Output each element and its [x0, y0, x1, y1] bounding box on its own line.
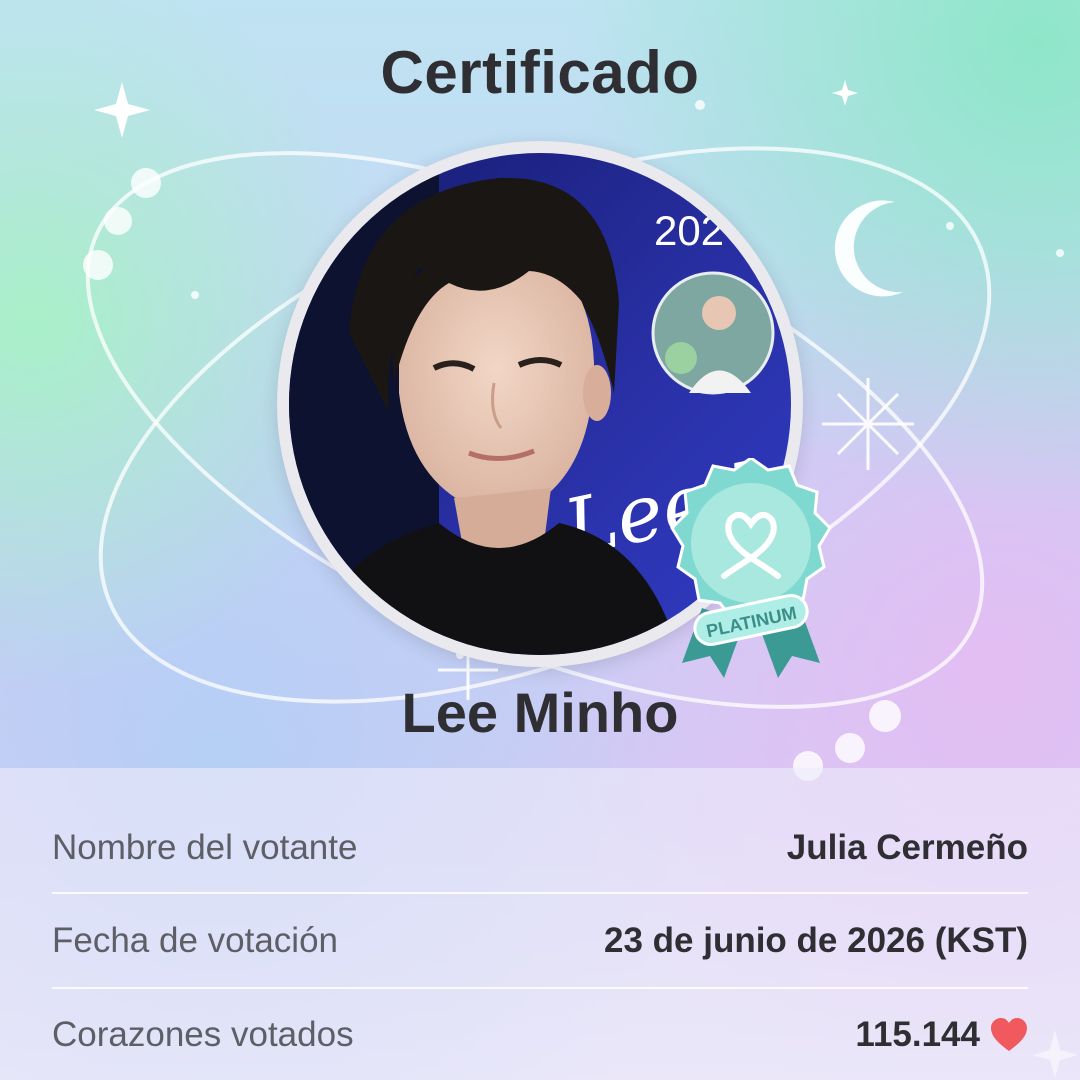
certificate-card: Certificado 202 Lee PLATINUM Lee Minho N… [0, 0, 1080, 1080]
photo-year-text: 202 [654, 207, 724, 254]
vote-date-row: Fecha de votación 23 de junio de 2026 (K… [52, 894, 1028, 988]
artist-name: Lee Minho [401, 681, 679, 744]
vote-date-label: Fecha de votación [52, 921, 339, 960]
vote-date-value: 23 de junio de 2026 (KST) [604, 921, 1028, 960]
hearts-voted-row: Corazones votados 115.144 [52, 988, 1028, 1080]
platinum-badge: PLATINUM [652, 458, 850, 686]
details-panel: Nombre del votante Julia Cermeño Fecha d… [0, 768, 1080, 1080]
hearts-voted-value-group: 115.144 [855, 1015, 1028, 1055]
heart-icon [991, 1018, 1027, 1051]
hearts-voted-value: 115.144 [855, 1015, 980, 1054]
voter-name-value: Julia Cermeño [786, 828, 1028, 867]
voter-name-label: Nombre del votante [52, 828, 358, 867]
moon-icon [834, 200, 903, 297]
hearts-voted-label: Corazones votados [52, 1015, 354, 1054]
certificate-title: Certificado [380, 39, 700, 106]
voter-name-row: Nombre del votante Julia Cermeño [52, 768, 1028, 894]
